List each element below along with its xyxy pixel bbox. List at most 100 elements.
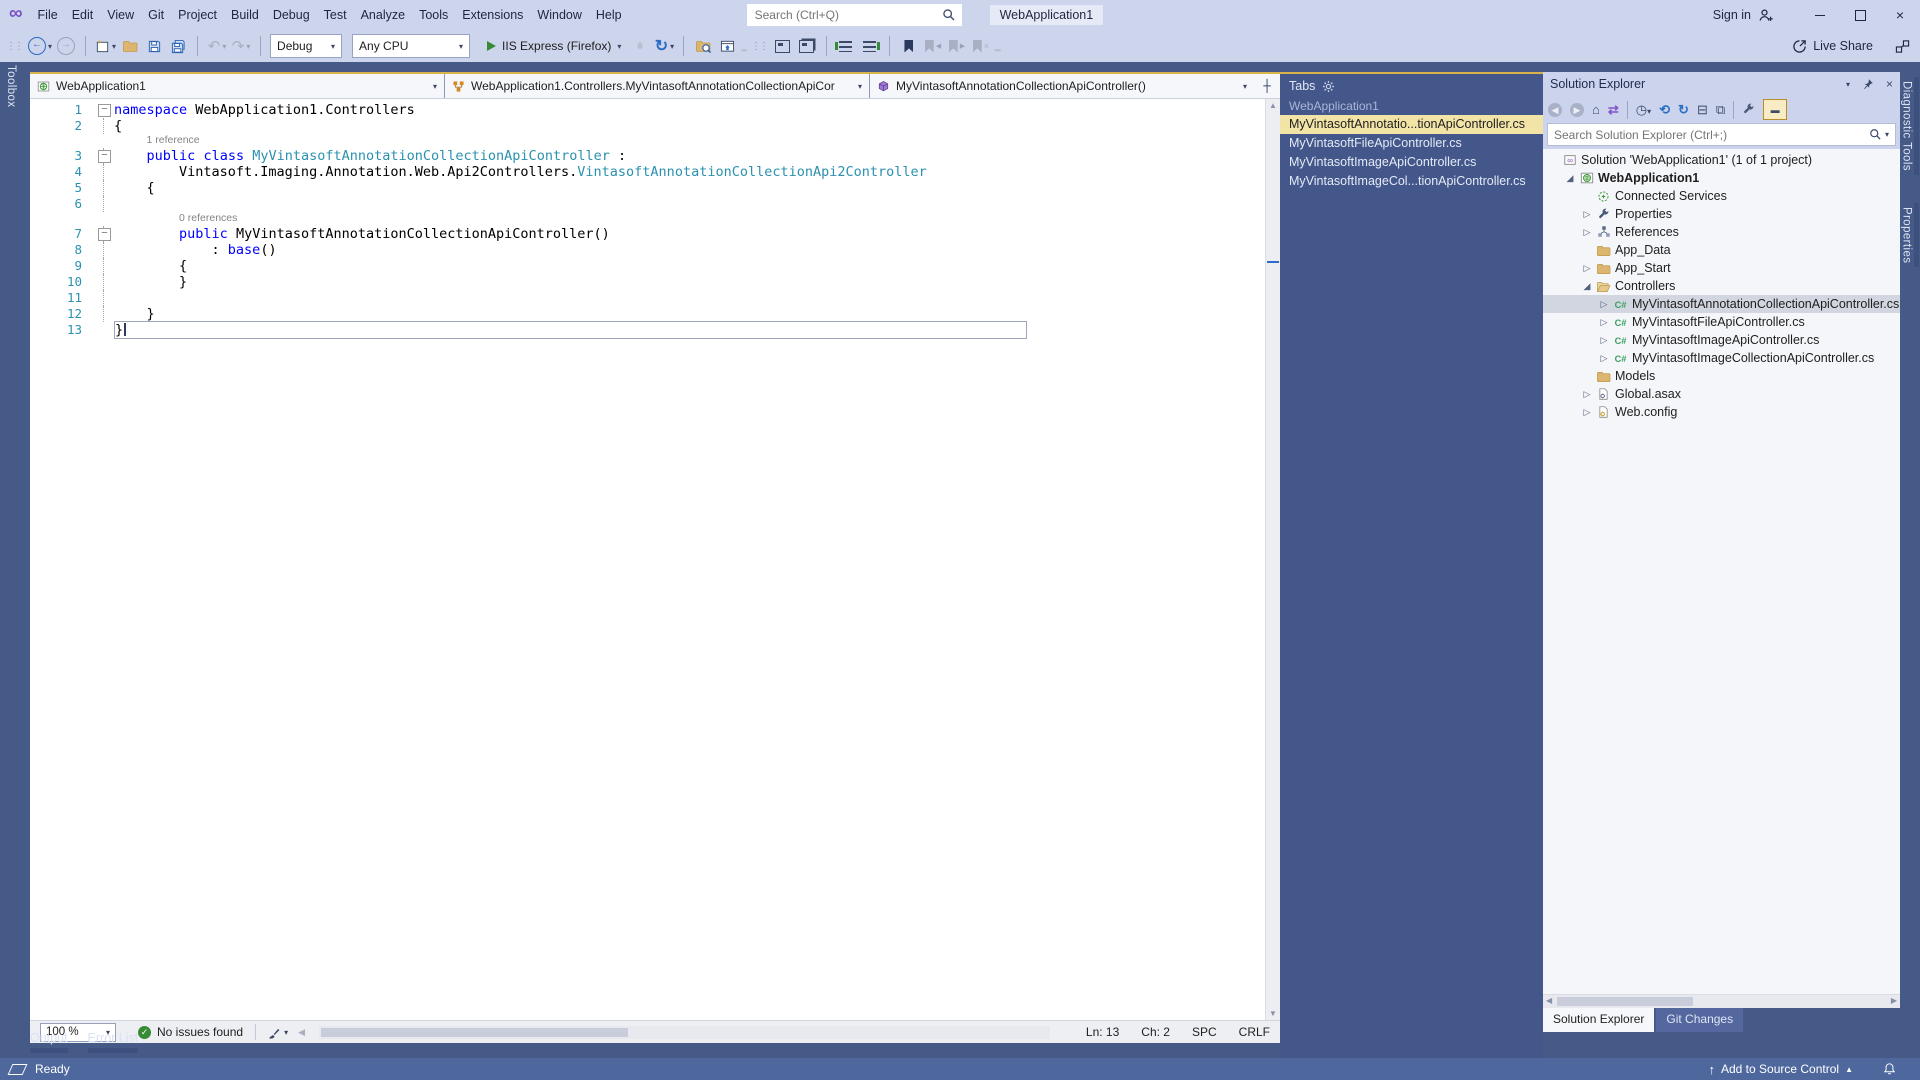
close-button[interactable]: × (1880, 0, 1920, 30)
editor-horizontal-scrollbar[interactable] (319, 1025, 1050, 1039)
line-ending-indicator[interactable]: CRLF (1239, 1025, 1270, 1039)
copy-pane-button[interactable] (797, 34, 817, 58)
menu-analyze[interactable]: Analyze (354, 4, 412, 26)
tree-item[interactable]: ▷ C# MyVintasoftFileApiController.cs (1543, 313, 1900, 331)
person-add-icon[interactable] (1758, 8, 1774, 23)
expander-closed[interactable]: ▷ (1597, 299, 1611, 310)
project-dropdown[interactable]: WebApplication1 ▾ (30, 74, 445, 98)
spaces-indicator[interactable]: SPC (1192, 1025, 1217, 1039)
save-all-button[interactable] (168, 34, 188, 58)
clear-bookmarks-button[interactable]: × (971, 34, 991, 58)
start-debugging-button[interactable]: IIS Express (Firefox) ▾ (482, 39, 626, 53)
tab-properties[interactable]: Properties (1900, 203, 1914, 267)
new-project-button[interactable]: ▾ (95, 34, 116, 58)
save-button[interactable] (144, 34, 164, 58)
tree-item[interactable]: ▷ C# MyVintasoftImageApiController.cs (1543, 331, 1900, 349)
toolbar-overflow[interactable]: ‗ (995, 41, 1001, 52)
find-in-files-button[interactable] (693, 34, 713, 58)
collapse-all-button[interactable]: ⊟ (1697, 102, 1708, 118)
solution-platform-dropdown[interactable]: Any CPU ▾ (352, 34, 471, 58)
close-icon[interactable]: × (1886, 77, 1893, 91)
toggle-bookmark-button[interactable] (899, 34, 919, 58)
se-back-button[interactable]: ◀ (1548, 102, 1562, 117)
search-box[interactable] (746, 4, 962, 26)
tree-item[interactable]: ▷ C# MyVintasoftImageCollectionApiControll… (1543, 349, 1900, 367)
next-bookmark-button[interactable]: ▶ (947, 34, 967, 58)
solution-search-input[interactable] (1548, 126, 1863, 143)
live-share-button[interactable]: Live Share (1792, 39, 1873, 54)
document-tab[interactable]: MyVintasoftFileApiController.cs (1280, 134, 1543, 153)
expander-closed[interactable]: ▷ (1597, 353, 1611, 364)
menu-test[interactable]: Test (317, 4, 354, 26)
hot-reload-button[interactable] (630, 34, 650, 58)
menu-edit[interactable]: Edit (65, 4, 101, 26)
menu-git[interactable]: Git (141, 4, 171, 26)
menu-file[interactable]: File (31, 4, 65, 26)
send-feedback-icon[interactable] (1895, 39, 1910, 54)
open-folder-button[interactable] (120, 34, 140, 58)
tab-git-changes[interactable]: Git Changes (1656, 1008, 1744, 1032)
tree-item[interactable]: ▷ App_Start (1543, 259, 1900, 277)
expander-closed[interactable]: ▷ (1580, 407, 1594, 418)
restart-button[interactable]: ↻ ▾ (654, 34, 674, 58)
window-position-menu-icon[interactable]: ▾ (1846, 80, 1850, 89)
tree-item[interactable]: ▷ C# MyVintasoftAnnotationCollectionApiCon… (1543, 295, 1900, 313)
toolbar-overflow[interactable]: ‗ (741, 41, 747, 52)
se-home-button[interactable]: ⌂ (1592, 102, 1600, 117)
menu-debug[interactable]: Debug (266, 4, 317, 26)
undo-button[interactable]: ↶ ▾ (207, 34, 227, 58)
tree-item[interactable]: ▷ Global.asax (1543, 385, 1900, 403)
notifications-bell-icon[interactable] (1883, 1062, 1896, 1076)
tab-output[interactable]: Output (30, 1031, 68, 1058)
restore-button[interactable] (1840, 0, 1880, 30)
refresh-button[interactable]: ↻ (1678, 102, 1689, 118)
menu-build[interactable]: Build (224, 4, 266, 26)
expander-open[interactable]: ◢ (1580, 281, 1594, 292)
expander-closed[interactable]: ▷ (1597, 317, 1611, 328)
menu-window[interactable]: Window (530, 4, 588, 26)
expander-closed[interactable]: ▷ (1580, 389, 1594, 400)
sign-in-button[interactable]: Sign in (1713, 8, 1751, 22)
codelens-indicator[interactable]: 1 reference (30, 134, 1280, 148)
background-tasks-icon[interactable] (7, 1063, 28, 1075)
expander-closed[interactable]: ▷ (1580, 227, 1594, 238)
split-window-button[interactable]: ┼ (1254, 74, 1280, 98)
line-indicator[interactable]: Ln: 13 (1086, 1025, 1119, 1039)
sync-with-active-document-button[interactable]: ⟲ (1659, 102, 1670, 118)
display-pane-button[interactable] (773, 34, 793, 58)
preview-selected-items-toggle[interactable]: ▬ (1763, 99, 1788, 120)
show-all-files-button[interactable]: ⧉ (1716, 102, 1725, 118)
solution-configuration-dropdown[interactable]: Debug ▾ (270, 34, 343, 58)
fold-toggle[interactable]: – (98, 228, 111, 241)
tree-item[interactable]: ◢ WebApplication1 (1543, 169, 1900, 187)
decrease-indent-button[interactable] (835, 34, 856, 58)
column-indicator[interactable]: Ch: 2 (1141, 1025, 1170, 1039)
tree-item[interactable]: Models (1543, 367, 1900, 385)
tree-item[interactable]: ◢ Controllers (1543, 277, 1900, 295)
scroll-left-arrow[interactable]: ◀ (298, 1027, 305, 1038)
document-tab[interactable]: MyVintasoftAnnotatio...tionApiController… (1280, 115, 1543, 134)
tree-item[interactable]: Connected Services (1543, 187, 1900, 205)
type-dropdown[interactable]: WebApplication1.Controllers.MyVintasoftA… (445, 74, 870, 98)
fold-toggle[interactable]: – (98, 150, 111, 163)
toolbar-grip[interactable]: ⋮⋮ (6, 41, 24, 52)
navigate-forward-button[interactable]: → (56, 34, 76, 58)
properties-button[interactable] (1742, 103, 1755, 116)
document-tab[interactable]: MyVintasoftImageApiController.cs (1280, 153, 1543, 172)
previous-bookmark-button[interactable]: ◀ (923, 34, 943, 58)
tree-item[interactable]: ▷ Web.config (1543, 403, 1900, 421)
editor-vertical-scrollbar[interactable]: ▲ ▼ (1265, 99, 1280, 1020)
tree-item[interactable]: ∞ Solution 'WebApplication1' (1 of 1 proj… (1543, 151, 1900, 169)
menu-project[interactable]: Project (171, 4, 224, 26)
add-to-source-control-button[interactable]: Add to Source Control (1721, 1062, 1839, 1076)
expander-open[interactable]: ◢ (1563, 173, 1577, 184)
menu-help[interactable]: Help (589, 4, 629, 26)
member-dropdown[interactable]: MyVintasoftAnnotationCollectionApiContro… (870, 74, 1254, 98)
code-editor[interactable]: 1– namespace WebApplication1.Controllers 2… (30, 99, 1280, 1020)
document-tab[interactable]: MyVintasoftImageCol...tionApiController.… (1280, 172, 1543, 191)
switch-views-button[interactable]: ⇄ (1608, 102, 1619, 118)
expander-closed[interactable]: ▷ (1580, 209, 1594, 220)
tree-item[interactable]: App_Data (1543, 241, 1900, 259)
pending-changes-filter-button[interactable]: ◷▾ (1636, 102, 1651, 118)
gear-icon[interactable] (1322, 80, 1335, 93)
